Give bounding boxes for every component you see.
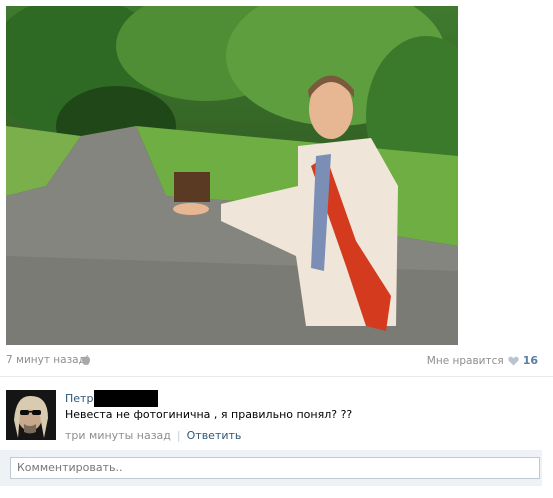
post-photo-illustration <box>6 6 458 345</box>
comment-author[interactable]: Петр <box>65 389 159 407</box>
comment-item: Петр Невеста не фотогинична , я правильн… <box>6 388 546 444</box>
meta-separator: | <box>176 429 181 442</box>
redaction-block <box>94 389 159 407</box>
post-meta: 7 минут назад Мне нравится 16 <box>6 354 538 368</box>
author-name[interactable]: Петр <box>65 392 93 405</box>
reply-box: Комментировать.. <box>0 450 542 486</box>
divider <box>0 376 553 377</box>
post-time[interactable]: 7 минут назад <box>6 354 86 366</box>
comment-text: Невеста не фотогинична , я правильно пон… <box>65 408 353 421</box>
avatar[interactable] <box>6 390 56 440</box>
apple-icon <box>82 355 90 365</box>
post-photo[interactable] <box>6 6 458 345</box>
avatar-image <box>6 390 56 440</box>
reply-link[interactable]: Ответить <box>187 429 242 442</box>
heart-icon <box>507 356 519 365</box>
comment-time[interactable]: три минуты назад <box>65 429 171 442</box>
like-button[interactable]: Мне нравится 16 <box>427 354 538 367</box>
like-label: Мне нравится <box>426 354 504 367</box>
like-count: 16 <box>522 354 538 367</box>
comment-meta: три минуты назад | Ответить <box>65 429 241 442</box>
comment-input[interactable]: Комментировать.. <box>10 457 540 479</box>
